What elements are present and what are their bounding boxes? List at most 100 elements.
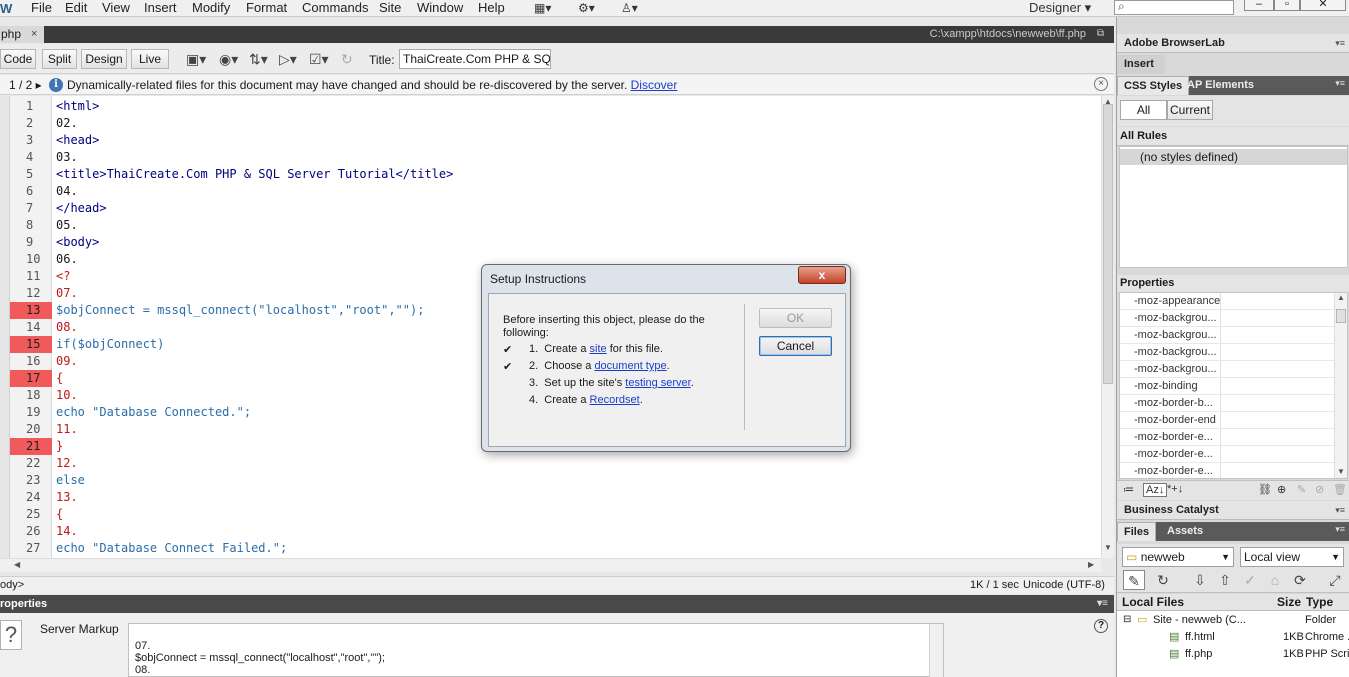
code-line[interactable]: <title>ThaiCreate.Com PHP & SQL Server T… <box>56 166 453 183</box>
properties-scrollbar[interactable]: ▲ ▼ <box>1334 293 1347 478</box>
business-catalyst-header[interactable]: Business Catalyst ▾≡ <box>1117 501 1349 520</box>
extension-icon[interactable]: ♙▾ <box>621 1 638 16</box>
code-line[interactable]: 12. <box>56 455 78 472</box>
code-line[interactable]: $objConnect = mssql_connect("localhost",… <box>56 302 424 319</box>
document-title-input[interactable]: ThaiCreate.Com PHP & SQL Se <box>399 49 551 69</box>
menu-format[interactable]: Format <box>246 0 287 17</box>
code-line[interactable]: <? <box>56 268 70 285</box>
tab-ap-elements[interactable]: AP Elements <box>1181 76 1260 95</box>
code-line[interactable]: else <box>56 472 85 489</box>
code-view-button[interactable]: Code <box>0 49 36 69</box>
code-line[interactable]: 11. <box>56 421 78 438</box>
code-line[interactable]: { <box>56 506 63 523</box>
step-link[interactable]: document type <box>594 360 666 372</box>
browserlab-panel-header[interactable]: Adobe BrowserLab ▾≡ <box>1117 34 1349 53</box>
code-line[interactable]: if($objConnect) <box>56 336 164 353</box>
menu-file[interactable]: File <box>31 0 52 17</box>
menu-edit[interactable]: Edit <box>65 0 87 17</box>
scroll-down-icon[interactable]: ▼ <box>1104 543 1112 552</box>
panel-options-icon[interactable]: ▾≡ <box>1335 78 1345 89</box>
expand-icon[interactable]: ⤢ <box>1324 570 1346 590</box>
panel-options-icon[interactable]: ▾≡ <box>1097 595 1108 613</box>
close-info-icon[interactable]: × <box>1094 77 1108 91</box>
help-search-input[interactable]: ⌕ <box>1114 0 1234 15</box>
code-line[interactable]: 07. <box>56 285 78 302</box>
tag-selector[interactable]: ody> <box>0 579 24 591</box>
check-in-icon[interactable]: ⌂ <box>1264 570 1286 590</box>
code-line[interactable]: echo "Database Connected."; <box>56 404 251 421</box>
tab-css-styles[interactable]: CSS Styles <box>1117 76 1190 95</box>
css-property-row[interactable]: -moz-border-b... <box>1120 395 1334 412</box>
refresh-icon[interactable]: ↻ <box>341 50 353 68</box>
w3c-validation-icon[interactable]: ▷▾ <box>279 50 297 68</box>
close-window-button[interactable]: ✕ <box>1300 0 1346 11</box>
tab-assets[interactable]: Assets <box>1161 522 1209 541</box>
code-line[interactable]: { <box>56 370 63 387</box>
local-files-column[interactable]: Local Files <box>1122 594 1184 611</box>
code-line[interactable]: <html> <box>56 98 99 115</box>
refresh-icon[interactable]: ↻ <box>1152 570 1174 590</box>
preview-browser-icon[interactable]: ◉▾ <box>219 50 238 68</box>
code-line[interactable]: 09. <box>56 353 78 370</box>
css-property-row[interactable]: -moz-backgrou... <box>1120 361 1334 378</box>
panel-options-icon[interactable]: ▾≡ <box>1335 524 1345 535</box>
css-property-row[interactable]: -moz-border-e... <box>1120 446 1334 463</box>
css-properties-list[interactable]: -moz-border-e... -moz-border-e... -moz-bor… <box>1119 292 1348 479</box>
menu-modify[interactable]: Modify <box>192 0 230 17</box>
scroll-down-icon[interactable]: ▼ <box>1337 467 1345 476</box>
css-property-row[interactable]: -moz-backgrou... <box>1120 344 1334 361</box>
code-line[interactable]: 06. <box>56 251 78 268</box>
code-line[interactable]: echo "Database Connect Failed."; <box>56 540 287 557</box>
rule-row[interactable]: (no styles defined) <box>1120 149 1347 165</box>
live-view-button[interactable]: Live <box>131 49 169 69</box>
file-row[interactable]: ⊟ ▭ Site - newweb (C... Folder <box>1117 611 1349 629</box>
gear-icon[interactable]: ⚙▾ <box>578 1 595 16</box>
rules-list[interactable]: (no styles defined) <box>1119 146 1348 268</box>
css-property-row[interactable]: -moz-border-e... <box>1120 463 1334 478</box>
code-line[interactable]: 10. <box>56 387 78 404</box>
code-line[interactable]: <body> <box>56 234 99 251</box>
dialog-close-button[interactable]: x <box>798 266 846 284</box>
edit-rule-icon[interactable]: ✎ <box>1297 483 1306 496</box>
close-icon[interactable]: × <box>31 26 37 42</box>
multiscreen-icon[interactable]: ▣▾ <box>186 50 206 68</box>
all-mode-button[interactable]: All <box>1120 100 1167 120</box>
code-line[interactable]: 04. <box>56 183 78 200</box>
file-row[interactable]: ▤ ff.php 1KBPHP Scrip <box>1117 645 1349 663</box>
delete-rule-icon[interactable]: 🗑 <box>1333 483 1347 496</box>
file-management-icon[interactable]: ⇅▾ <box>249 50 268 68</box>
collapse-icon[interactable]: ⊟ <box>1123 611 1131 629</box>
category-view-icon[interactable]: ≔ <box>1123 483 1134 496</box>
panel-options-icon[interactable]: ▾≡ <box>1335 501 1345 520</box>
property-inspector-header[interactable]: roperties ▾≡ <box>0 595 1114 613</box>
scroll-thumb[interactable] <box>1103 104 1113 384</box>
insert-panel-tab[interactable]: Insert <box>1117 55 1165 74</box>
code-line[interactable]: } <box>56 438 63 455</box>
menu-site[interactable]: Site <box>379 0 401 17</box>
code-line[interactable]: 05. <box>56 217 78 234</box>
menu-window[interactable]: Window <box>417 0 463 17</box>
css-property-row[interactable]: -moz-backgrou... <box>1120 327 1334 344</box>
type-column[interactable]: Type <box>1306 594 1333 611</box>
layout-icon[interactable]: ▦▾ <box>534 1 551 16</box>
document-tab[interactable]: php × <box>0 26 44 43</box>
maximize-button[interactable]: ▫ <box>1274 0 1300 11</box>
site-select[interactable]: ▭ newweb ▼ <box>1122 547 1234 567</box>
design-view-button[interactable]: Design <box>81 49 127 69</box>
discover-link[interactable]: Discover <box>631 78 678 92</box>
scroll-up-icon[interactable]: ▲ <box>1337 293 1345 302</box>
panel-options-icon[interactable]: ▾≡ <box>1335 34 1345 53</box>
css-property-row[interactable]: -moz-border-e... <box>1120 429 1334 446</box>
step-link[interactable]: testing server <box>625 377 690 389</box>
check-out-icon[interactable]: ✓ <box>1239 570 1261 590</box>
disable-rule-icon[interactable]: ⊘ <box>1315 483 1324 496</box>
scroll-left-icon[interactable]: ◀ <box>14 560 20 569</box>
css-property-row[interactable]: -moz-binding <box>1120 378 1334 395</box>
attach-stylesheet-icon[interactable]: ⛓ <box>1258 483 1272 496</box>
alphabetical-view-icon[interactable]: Az↓ <box>1143 483 1168 497</box>
get-files-icon[interactable]: ⇩ <box>1189 570 1211 590</box>
scroll-thumb[interactable] <box>1336 309 1346 323</box>
code-line[interactable]: 14. <box>56 523 78 540</box>
workspace-switcher[interactable]: Designer ▾ <box>1029 0 1091 16</box>
cancel-button[interactable]: Cancel <box>759 336 832 356</box>
